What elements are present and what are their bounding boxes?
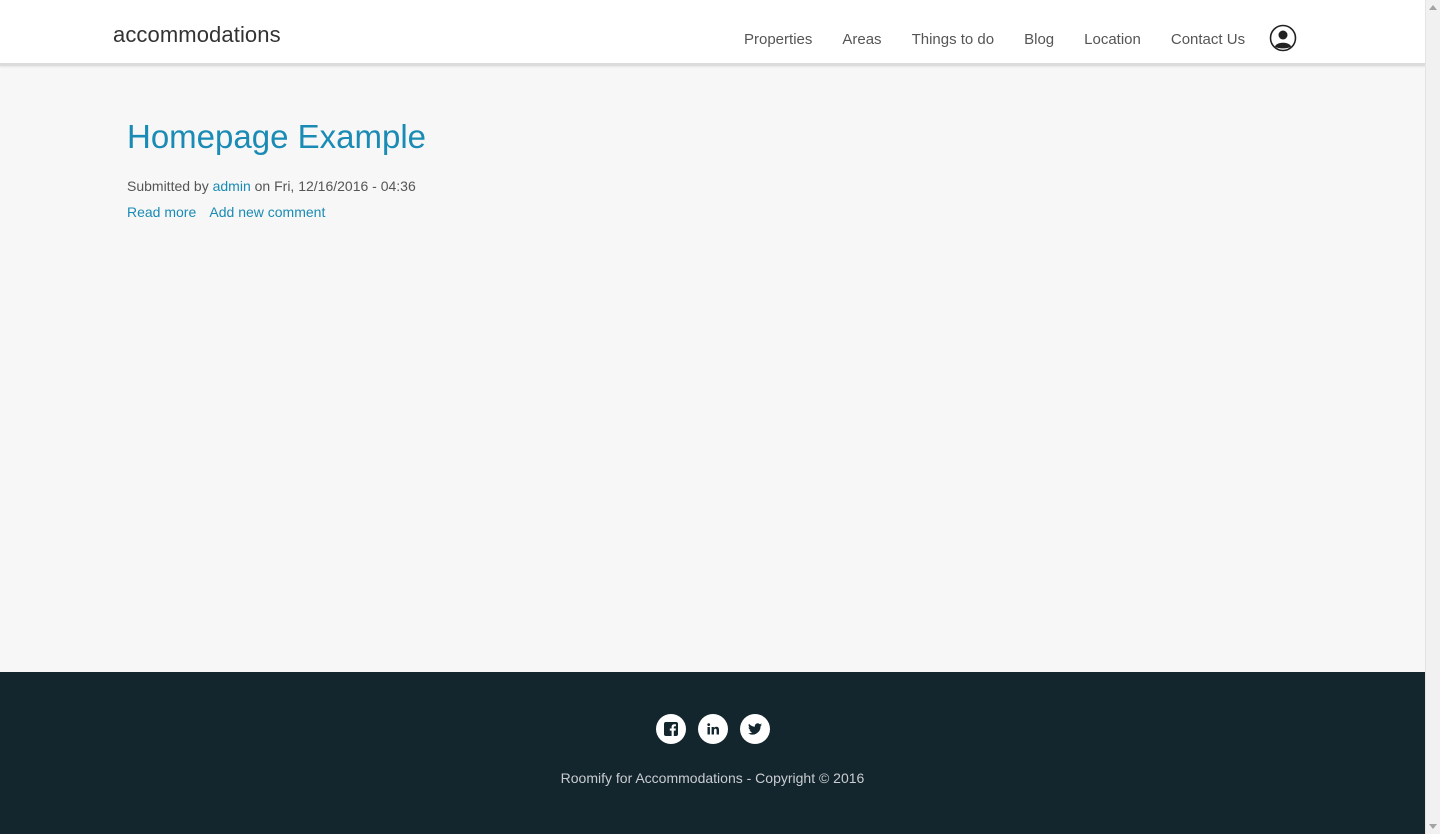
scroll-down-icon[interactable] [1429,824,1437,829]
main-navigation: Properties Areas Things to do Blog Locat… [744,31,1245,48]
main-content: Homepage Example Submitted by admin on F… [127,118,1297,220]
add-comment-link[interactable]: Add new comment [209,204,325,220]
author-link[interactable]: admin [213,178,251,194]
submitted-info: Submitted by admin on Fri, 12/16/2016 - … [127,178,1297,194]
page: accommodations Properties Areas Things t… [0,0,1425,834]
site-header: accommodations Properties Areas Things t… [0,0,1425,66]
nav-blog[interactable]: Blog [1024,31,1054,48]
submitted-prefix: Submitted by [127,178,209,194]
linkedin-icon[interactable] [697,714,728,744]
read-more-link[interactable]: Read more [127,204,196,220]
submitted-date: on Fri, 12/16/2016 - 04:36 [254,178,416,194]
facebook-icon[interactable] [655,714,686,744]
nav-areas[interactable]: Areas [842,31,881,48]
site-name-link[interactable]: accommodations [113,22,281,48]
user-account-icon[interactable] [1269,24,1297,52]
twitter-icon[interactable] [739,714,770,744]
nav-things-to-do[interactable]: Things to do [912,31,995,48]
site-footer: Roomify for Accommodations - Copyright ©… [0,672,1425,834]
copyright-text: Roomify for Accommodations - Copyright ©… [560,770,865,786]
nav-location[interactable]: Location [1084,31,1141,48]
article-links: Read more Add new comment [127,204,1297,220]
article-title-link[interactable]: Homepage Example [127,118,426,156]
article-teaser: Homepage Example Submitted by admin on F… [127,118,1297,220]
social-links [0,714,1425,744]
vertical-scrollbar[interactable] [1425,0,1440,834]
nav-contact-us[interactable]: Contact Us [1171,31,1245,48]
nav-properties[interactable]: Properties [744,31,812,48]
scroll-up-icon[interactable] [1429,5,1437,10]
